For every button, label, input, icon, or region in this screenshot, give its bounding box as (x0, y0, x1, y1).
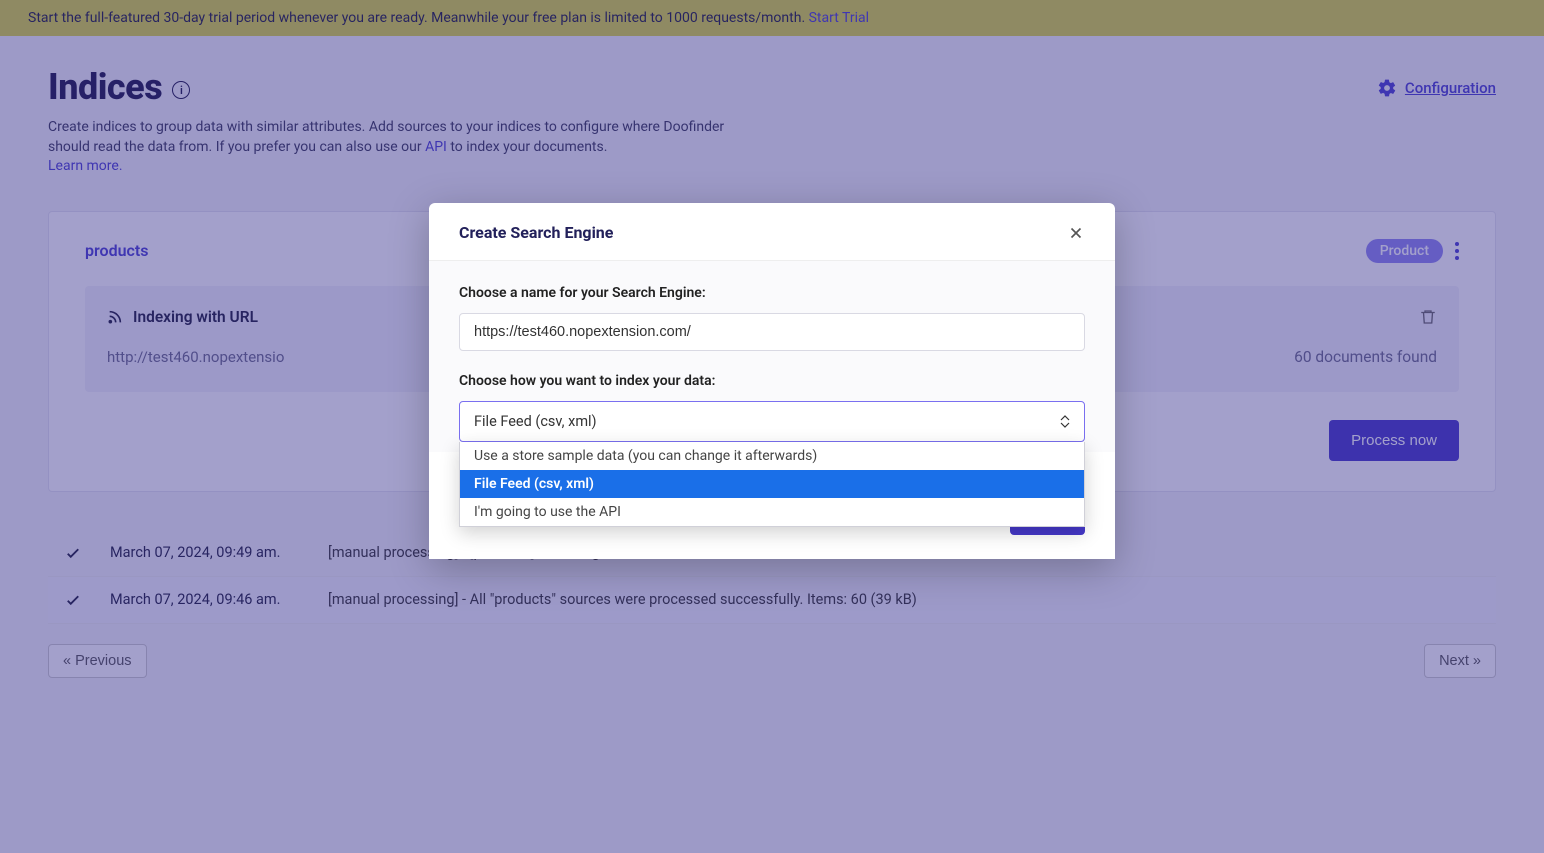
select-updown-icon (1060, 415, 1070, 428)
modal-title: Create Search Engine (459, 223, 613, 242)
index-method-dropdown: Use a store sample data (you can change … (459, 442, 1085, 527)
create-search-engine-modal: Create Search Engine Choose a name for y… (429, 203, 1115, 559)
dropdown-option-file-feed[interactable]: File Feed (csv, xml) (460, 470, 1084, 498)
search-engine-name-input[interactable] (459, 313, 1085, 351)
index-method-select[interactable]: File Feed (csv, xml) (459, 401, 1085, 442)
name-field-label: Choose a name for your Search Engine: (459, 285, 1085, 301)
index-method-label: Choose how you want to index your data: (459, 373, 1085, 389)
close-icon[interactable] (1067, 224, 1085, 242)
select-current-value: File Feed (csv, xml) (474, 413, 597, 430)
dropdown-option-api[interactable]: I'm going to use the API (460, 498, 1084, 526)
dropdown-option-sample[interactable]: Use a store sample data (you can change … (460, 442, 1084, 470)
